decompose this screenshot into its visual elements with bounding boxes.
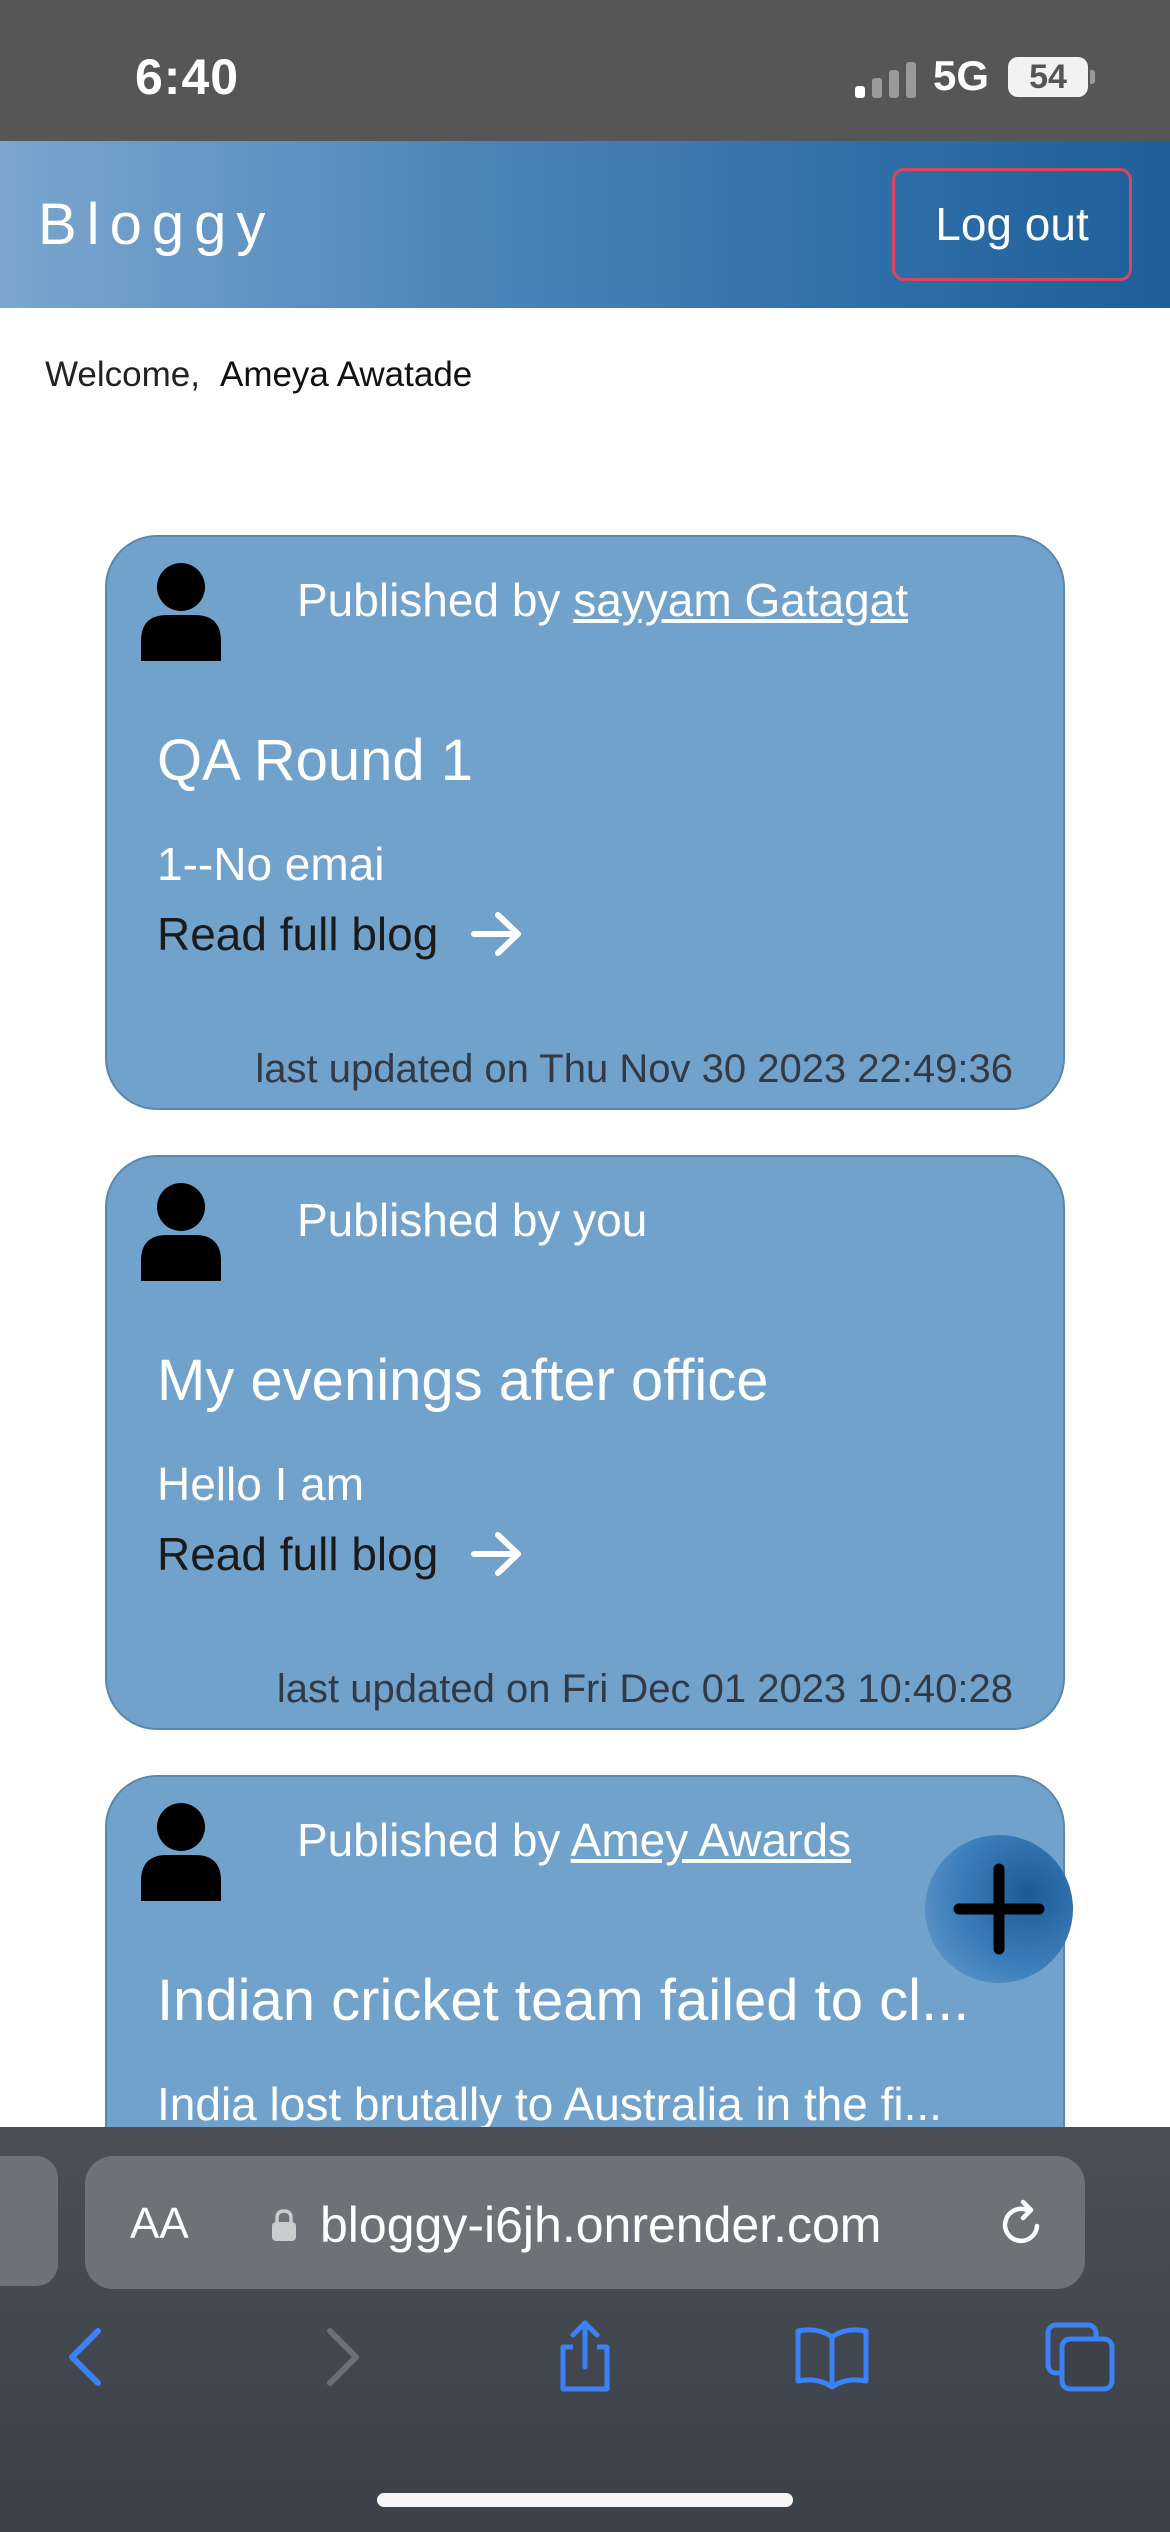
- battery-icon: 54: [1008, 57, 1088, 97]
- app-header: Bloggy Log out: [0, 141, 1170, 308]
- blog-title: QA Round 1: [157, 728, 473, 793]
- status-time: 6:40: [135, 49, 240, 105]
- publisher: Published by you: [297, 1193, 647, 1247]
- arrow-right-icon: [471, 1532, 522, 1576]
- user-avatar-icon: [141, 1803, 221, 1901]
- book-icon[interactable]: [792, 2317, 872, 2397]
- publisher: Published by Amey Awards: [297, 1813, 851, 1867]
- read-full-blog-link[interactable]: Read full blog: [157, 907, 524, 961]
- blog-card[interactable]: Published by you My evenings after offic…: [105, 1155, 1065, 1730]
- chevron-left-icon[interactable]: [48, 2317, 128, 2397]
- cellular-signal-icon: [855, 60, 917, 98]
- read-full-blog-label: Read full blog: [157, 1528, 439, 1580]
- browser-toolbar: AA bloggy-i6jh.onrender.com: [0, 2127, 1170, 2532]
- read-full-blog-label: Read full blog: [157, 908, 439, 960]
- user-avatar-icon: [141, 563, 221, 661]
- author-link[interactable]: Amey Awards: [571, 1814, 851, 1866]
- blog-title: My evenings after office: [157, 1348, 769, 1413]
- browser-nav-row: [0, 2317, 1170, 2437]
- blog-excerpt: 1--No emai: [157, 838, 385, 890]
- read-full-blog-link[interactable]: Read full blog: [157, 1527, 524, 1581]
- logout-button[interactable]: Log out: [892, 168, 1132, 281]
- network-type: 5G: [933, 52, 990, 99]
- blog-excerpt: Hello I am: [157, 1458, 365, 1510]
- last-updated: last updated on Thu Nov 30 2023 22:49:36: [255, 1047, 1013, 1091]
- welcome-message: Welcome, Ameya Awatade: [45, 355, 472, 395]
- welcome-prefix: Welcome,: [45, 355, 200, 394]
- text-size-button[interactable]: AA: [130, 2199, 189, 2249]
- previous-tab-preview[interactable]: [0, 2156, 58, 2286]
- arrow-right-icon: [471, 912, 522, 956]
- chevron-right-icon[interactable]: [300, 2317, 380, 2397]
- url-text[interactable]: bloggy-i6jh.onrender.com: [320, 2196, 881, 2254]
- plus-icon: [953, 1863, 1045, 1955]
- home-indicator: [377, 2493, 793, 2507]
- text-size-label: AA: [130, 2199, 189, 2248]
- battery-level: 54: [1029, 58, 1067, 96]
- blog-excerpt: India lost brutally to Australia in the …: [157, 2078, 942, 2130]
- last-updated: last updated on Fri Dec 01 2023 10:40:28: [276, 1667, 1013, 1711]
- brand-logo[interactable]: Bloggy: [38, 191, 275, 258]
- author-link[interactable]: sayyam Gatagat: [573, 574, 908, 626]
- reload-icon[interactable]: [993, 2196, 1049, 2252]
- share-icon[interactable]: [545, 2317, 625, 2397]
- published-by-label: Published by: [297, 574, 561, 626]
- published-by-label: Published by you: [297, 1194, 648, 1246]
- add-blog-button[interactable]: [925, 1835, 1073, 1983]
- lock-icon: [272, 2209, 296, 2241]
- publisher: Published by sayyam Gatagat: [297, 573, 908, 627]
- address-bar[interactable]: AA bloggy-i6jh.onrender.com: [85, 2156, 1085, 2289]
- tabs-icon[interactable]: [1040, 2317, 1120, 2397]
- published-by-label: Published by: [297, 1814, 561, 1866]
- status-bar: 6:40 5G 54: [0, 0, 1170, 141]
- welcome-user: Ameya Awatade: [219, 355, 473, 394]
- blog-title: Indian cricket team failed to cl...: [157, 1968, 970, 2033]
- battery-nub: [1090, 70, 1095, 84]
- blog-card[interactable]: Published by sayyam Gatagat QA Round 1 1…: [105, 535, 1065, 1110]
- user-avatar-icon: [141, 1183, 221, 1281]
